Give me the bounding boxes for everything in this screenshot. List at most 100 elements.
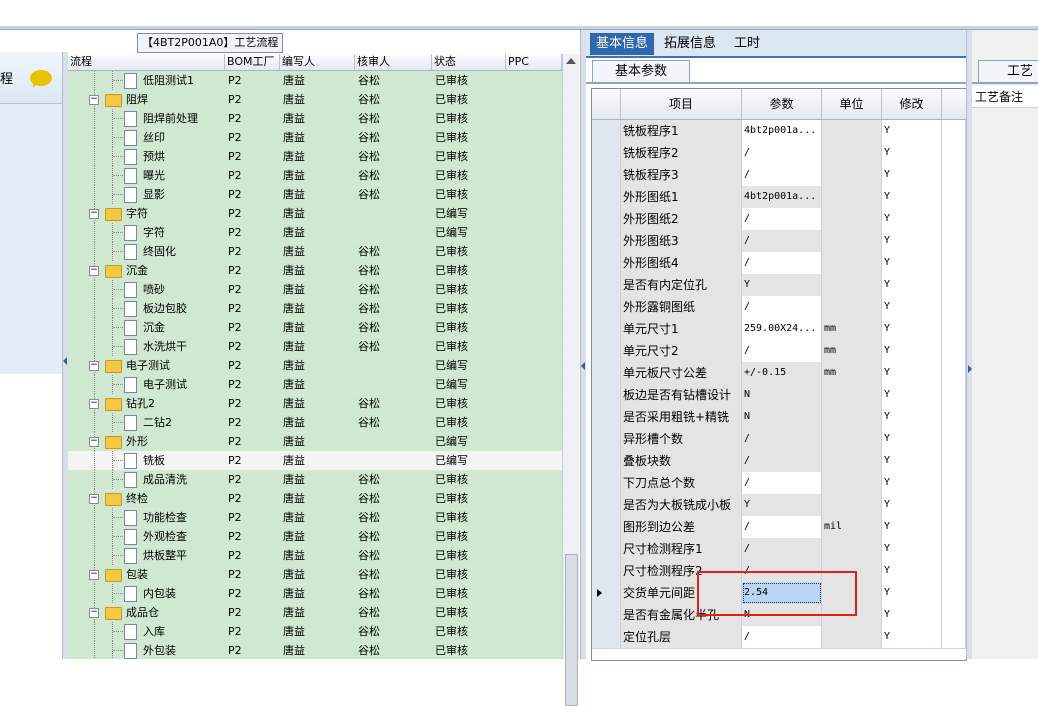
params-row[interactable]: 尺寸检测程序1/ Y xyxy=(592,538,966,561)
params-row[interactable]: 外形露铜图纸 / Y xyxy=(592,296,966,319)
params-row[interactable]: 单元板尺寸公差 +/-0.15 mm Y xyxy=(592,362,966,385)
edit-cell[interactable]: Y xyxy=(882,362,942,384)
edit-cell[interactable]: Y xyxy=(882,142,942,164)
row-header[interactable] xyxy=(592,516,621,538)
row-header[interactable] xyxy=(592,384,621,406)
edit-cell[interactable]: Y xyxy=(882,472,942,494)
param-cell[interactable]: Y xyxy=(742,274,822,296)
params-row[interactable]: 铣板程序2/ Y xyxy=(592,142,966,165)
tree-row[interactable]: 烘板整平 P2 唐益 谷松 已审核 xyxy=(68,546,562,566)
edit-cell[interactable]: Y xyxy=(882,450,942,472)
row-header[interactable] xyxy=(592,208,621,230)
edit-cell[interactable]: Y xyxy=(882,208,942,230)
params-row[interactable]: 叠板块数 / Y xyxy=(592,450,966,473)
edit-cell[interactable]: Y xyxy=(882,186,942,208)
params-row[interactable]: 是否采用粗铣+精铣 N Y xyxy=(592,406,966,429)
edit-cell[interactable]: Y xyxy=(882,538,942,560)
edit-cell[interactable]: Y xyxy=(882,318,942,340)
params-row[interactable]: 是否为大板铣成小板 Y Y xyxy=(592,494,966,517)
params-row[interactable]: 是否有内定位孔 Y Y xyxy=(592,274,966,297)
row-header[interactable] xyxy=(592,362,621,384)
row-header[interactable] xyxy=(592,296,621,318)
tree-row[interactable]: − 成品仓 P2 唐益 谷松 已审核 xyxy=(68,603,562,623)
tree-row[interactable]: 曝光 P2 唐益 谷松 已审核 xyxy=(68,166,562,186)
col-author[interactable]: 编写人 xyxy=(280,54,355,70)
collapse-icon[interactable]: − xyxy=(89,608,99,618)
row-header[interactable] xyxy=(592,494,621,516)
col-edit[interactable]: 修改 xyxy=(882,89,942,119)
tree-row[interactable]: − 字符 P2 唐益 已编写 xyxy=(68,204,562,224)
edit-cell[interactable]: Y xyxy=(882,230,942,252)
row-header[interactable] xyxy=(592,164,621,186)
collapse-icon[interactable]: − xyxy=(89,361,99,371)
tree-row[interactable]: − 电子测试 P2 唐益 已编写 xyxy=(68,356,562,376)
col-bom[interactable]: BOM工厂 xyxy=(225,54,280,70)
tree-row[interactable]: 沉金 P2 唐益 谷松 已审核 xyxy=(68,318,562,338)
tree-row[interactable]: 喷砂 P2 唐益 谷松 已审核 xyxy=(68,280,562,300)
col-param[interactable]: 参数 xyxy=(742,89,822,119)
tree-row[interactable]: − 终检 P2 唐益 谷松 已审核 xyxy=(68,489,562,509)
col-flow[interactable]: 流程 xyxy=(68,54,225,70)
tree-row[interactable]: 终固化 P2 唐益 谷松 已审核 xyxy=(68,242,562,262)
tree-row[interactable]: 外观检查 P2 唐益 谷松 已审核 xyxy=(68,527,562,547)
tree-row[interactable]: − 包装 P2 唐益 谷松 已审核 xyxy=(68,565,562,585)
collapse-middle-icon[interactable] xyxy=(581,362,585,370)
params-row[interactable]: 外形图纸2/ Y xyxy=(592,208,966,231)
left-nav-header[interactable]: 程 xyxy=(0,52,62,104)
row-header[interactable] xyxy=(592,472,621,494)
param-cell[interactable]: / xyxy=(742,142,822,164)
row-header[interactable] xyxy=(592,604,621,626)
collapse-icon[interactable]: − xyxy=(89,494,99,504)
param-cell[interactable]: N xyxy=(742,406,822,428)
edit-cell[interactable]: Y xyxy=(882,340,942,362)
edit-cell[interactable]: Y xyxy=(882,560,942,582)
edit-cell[interactable]: Y xyxy=(882,296,942,318)
tree-row[interactable]: − 外形 P2 唐益 已编写 xyxy=(68,432,562,452)
tree-row[interactable]: 丝印 P2 唐益 谷松 已审核 xyxy=(68,128,562,148)
col-ppc[interactable]: PPC xyxy=(506,54,562,70)
row-header[interactable] xyxy=(592,318,621,340)
param-cell[interactable]: / xyxy=(742,516,822,538)
params-row[interactable]: 单元尺寸1 259.00X24... mm Y xyxy=(592,318,966,341)
param-cell[interactable]: / xyxy=(742,626,822,648)
collapse-icon[interactable]: − xyxy=(89,95,99,105)
col-reviewer[interactable]: 核审人 xyxy=(355,54,432,70)
tree-vertical-scrollbar[interactable] xyxy=(562,54,579,706)
edit-cell[interactable]: Y xyxy=(882,626,942,648)
params-row[interactable]: 外形图纸1 4bt2p001a... Y xyxy=(592,186,966,209)
tree-row[interactable]: − 沉金 P2 唐益 谷松 已审核 xyxy=(68,261,562,281)
row-header[interactable] xyxy=(592,406,621,428)
collapse-icon[interactable]: − xyxy=(89,570,99,580)
param-cell[interactable]: / xyxy=(742,296,822,318)
tree-row[interactable]: 显影 P2 唐益 谷松 已审核 xyxy=(68,185,562,205)
params-row[interactable]: 图形到边公差 / mil Y xyxy=(592,516,966,539)
collapse-icon[interactable]: − xyxy=(89,399,99,409)
row-header[interactable] xyxy=(592,252,621,274)
row-header[interactable] xyxy=(592,538,621,560)
edit-cell[interactable]: Y xyxy=(882,120,942,142)
row-header[interactable] xyxy=(592,340,621,362)
edit-cell[interactable]: Y xyxy=(882,516,942,538)
edit-cell[interactable]: Y xyxy=(882,252,942,274)
collapse-icon[interactable]: − xyxy=(89,266,99,276)
row-header[interactable] xyxy=(592,626,621,648)
edit-cell[interactable]: Y xyxy=(882,428,942,450)
tab-extended-info[interactable]: 拓展信息 xyxy=(658,33,722,55)
row-header[interactable] xyxy=(592,120,621,142)
tree-row[interactable]: 板边包胶 P2 唐益 谷松 已审核 xyxy=(68,299,562,319)
row-header[interactable] xyxy=(592,274,621,296)
tree-row[interactable]: 功能检查 P2 唐益 谷松 已审核 xyxy=(68,508,562,528)
tab-work-hours[interactable]: 工时 xyxy=(728,33,766,55)
tree-row[interactable]: 水洗烘干 P2 唐益 谷松 已审核 xyxy=(68,337,562,357)
params-row[interactable]: 铣板程序1 4bt2p001a... Y xyxy=(592,120,966,143)
edit-cell[interactable]: Y xyxy=(882,406,942,428)
param-cell[interactable]: 259.00X24... xyxy=(742,318,822,340)
tree-row[interactable]: 二钻2 P2 唐益 谷松 已审核 xyxy=(68,413,562,433)
tree-row[interactable]: 铣板 P2 唐益 已编写 xyxy=(68,451,562,471)
col-unit[interactable]: 单位 xyxy=(822,89,882,119)
param-cell[interactable]: / xyxy=(742,252,822,274)
tab-basic-info[interactable]: 基本信息 xyxy=(590,33,655,55)
subtab-basic-params[interactable]: 基本参数 xyxy=(592,60,690,83)
row-header[interactable] xyxy=(592,186,621,208)
row-header[interactable] xyxy=(592,230,621,252)
